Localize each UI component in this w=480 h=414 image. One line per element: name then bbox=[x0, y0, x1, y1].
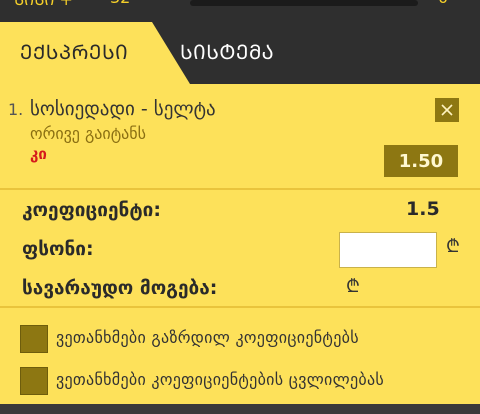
option-accept-odds-changes[interactable]: ვეთანხმები კოეფიციენტების ცვლილებას bbox=[0, 367, 480, 409]
bet-match-title: სოსიედადი - სელტა bbox=[30, 98, 216, 120]
bet-market: ორივე გაიტანს bbox=[30, 124, 147, 143]
tab-system[interactable]: ᲡᲘᲡᲢᲔᲛᲐ bbox=[180, 38, 274, 65]
option-accept-odds-changes-label: ვეთანხმები კოეფიციენტების ცვლილებას bbox=[56, 370, 385, 389]
stake-input[interactable] bbox=[339, 232, 437, 268]
odds-badge: 1.50 bbox=[384, 145, 458, 177]
top-strip-mid-text: 32 bbox=[110, 0, 130, 7]
remove-bet-button[interactable] bbox=[435, 98, 459, 122]
checkbox-accept-odds-changes[interactable] bbox=[20, 367, 48, 395]
bet-selection: კი bbox=[30, 145, 47, 163]
close-icon bbox=[441, 104, 453, 116]
bottom-strip bbox=[0, 404, 480, 414]
option-accept-increased-odds[interactable]: ვეთანხმები გაზრდილ კოეფიციენტებს bbox=[0, 325, 480, 367]
option-accept-increased-odds-label: ვეთანხმები გაზრდილ კოეფიციენტებს bbox=[56, 328, 359, 347]
coefficient-value: 1.5 bbox=[406, 198, 440, 220]
betslip-tabs: ᲔᲥᲡᲞᲠᲔᲡᲘ ᲡᲘᲡᲢᲔᲛᲐ bbox=[0, 22, 480, 84]
top-strip-left-text: ᲡᲘᲡᲘ + bbox=[14, 0, 73, 10]
top-strip-right-text: 0 bbox=[438, 0, 448, 7]
potential-win-label: სავარაუდო მოგება: bbox=[22, 277, 218, 299]
top-strip-bar bbox=[190, 0, 418, 6]
top-status-strip: ᲡᲘᲡᲘ + 32 0 bbox=[0, 0, 480, 22]
stake-label: ფსონი: bbox=[22, 238, 94, 260]
lari-currency-icon: ₾ bbox=[346, 276, 360, 297]
tab-express-label: ᲔᲥᲡᲞᲠᲔᲡᲘ bbox=[20, 40, 129, 64]
bet-summary: კოეფიციენტი: 1.5 ფსონი: ₾ სავარაუდო მოგე… bbox=[0, 190, 480, 308]
checkbox-accept-increased-odds[interactable] bbox=[20, 325, 48, 353]
bet-number: 1. bbox=[8, 100, 24, 119]
lari-currency-icon: ₾ bbox=[446, 236, 460, 257]
coefficient-label: კოეფიციენტი: bbox=[22, 199, 161, 221]
tab-express[interactable]: ᲔᲥᲡᲞᲠᲔᲡᲘ bbox=[0, 22, 190, 84]
